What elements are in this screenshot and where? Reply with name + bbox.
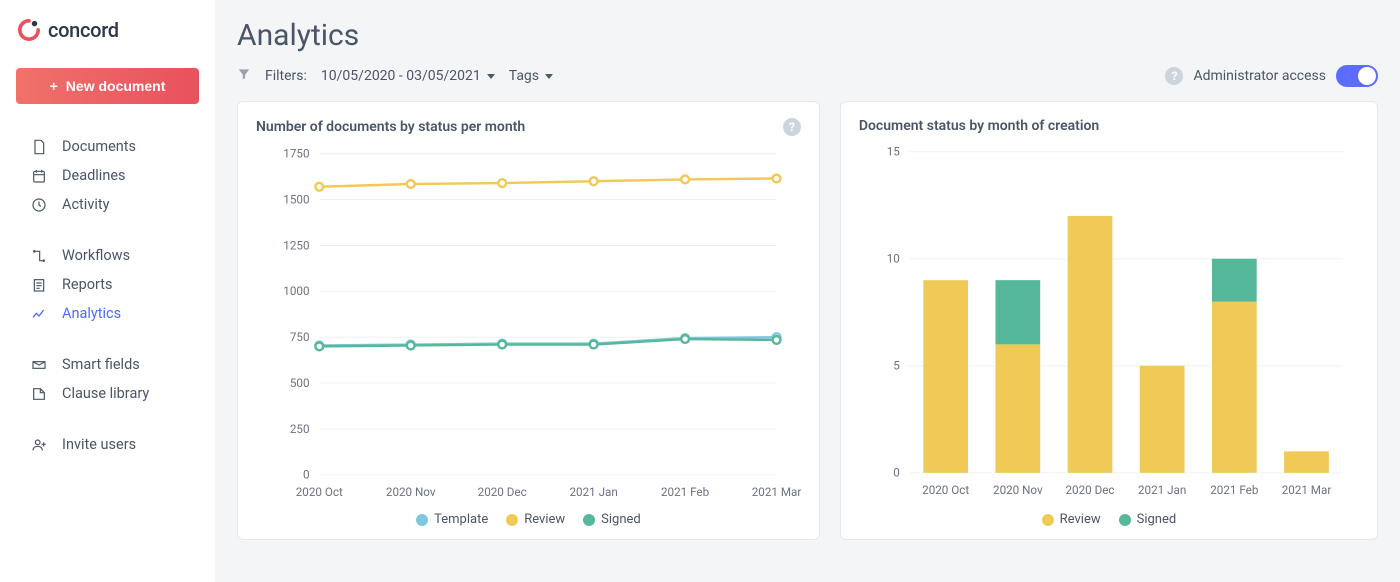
svg-text:250: 250 (290, 422, 310, 436)
sidebar-item-label: Smart fields (62, 356, 140, 373)
svg-text:2020 Oct: 2020 Oct (922, 483, 969, 497)
legend-item-template: Template (416, 512, 488, 527)
svg-text:1750: 1750 (283, 147, 309, 161)
card-documents-by-status: Number of documents by status per month … (237, 101, 820, 540)
sidebar-item-label: Invite users (62, 436, 136, 453)
help-icon[interactable]: ? (1165, 67, 1183, 85)
analytics-icon (30, 306, 48, 322)
svg-text:2021 Feb: 2021 Feb (661, 485, 710, 499)
sidebar-item-label: Reports (62, 276, 113, 293)
sidebar-item-label: Deadlines (62, 167, 126, 184)
svg-text:2021 Jan: 2021 Jan (1138, 483, 1186, 497)
sidebar-item-label: Clause library (62, 385, 149, 402)
sidebar-item-reports[interactable]: Reports (0, 270, 215, 299)
legend-swatch-signed (583, 514, 595, 526)
svg-text:2020 Oct: 2020 Oct (296, 485, 343, 499)
sidebar-item-workflows[interactable]: Workflows (0, 241, 215, 270)
smartfields-icon (30, 357, 48, 373)
sidebar-item-clause-library[interactable]: Clause library (0, 379, 215, 408)
svg-text:1250: 1250 (283, 238, 309, 252)
legend-swatch-signed (1119, 514, 1131, 526)
sidebar: concord + New document Documents Deadline… (0, 0, 215, 582)
card-title: Number of documents by status per month (256, 119, 525, 135)
sidebar-item-label: Workflows (62, 247, 130, 264)
svg-text:2020 Dec: 2020 Dec (1065, 483, 1114, 497)
document-icon (30, 139, 48, 155)
svg-text:1000: 1000 (283, 284, 309, 298)
svg-text:2020 Dec: 2020 Dec (478, 485, 527, 499)
svg-text:0: 0 (893, 466, 900, 480)
legend-label: Signed (601, 512, 641, 527)
legend-swatch-template (416, 514, 428, 526)
filter-bar: Filters: 10/05/2020 - 03/05/2021 Tags ? … (237, 65, 1378, 87)
legend-label: Template (434, 512, 488, 527)
legend-label: Review (1060, 512, 1101, 527)
filter-icon (237, 67, 251, 85)
date-range-filter[interactable]: 10/05/2020 - 03/05/2021 (321, 68, 495, 84)
tags-label: Tags (509, 68, 539, 84)
sidebar-item-label: Activity (62, 196, 109, 213)
sidebar-item-analytics[interactable]: Analytics (0, 299, 215, 328)
new-document-button[interactable]: + New document (16, 68, 199, 104)
legend-label: Review (524, 512, 565, 527)
bar-chart: 0 5 10 15 2020 Oct 2020 Nov 2020 Dec 2021 Jan 20… (859, 142, 1359, 502)
brand-name: concord (48, 18, 119, 42)
svg-text:15: 15 (887, 145, 901, 159)
invite-icon (30, 437, 48, 453)
legend-item-signed: Signed (583, 512, 641, 527)
svg-text:1500: 1500 (283, 192, 309, 206)
line-chart-legend: Template Review Signed (256, 512, 801, 527)
clock-icon (30, 197, 48, 213)
brand-mark-icon (18, 19, 40, 41)
card-status-by-creation-month: Document status by month of creation 0 5 1… (840, 101, 1378, 540)
chevron-down-icon (545, 74, 553, 79)
chevron-down-icon (487, 74, 495, 79)
toggle-knob (1358, 67, 1376, 85)
svg-text:0: 0 (303, 468, 310, 482)
svg-text:2020 Nov: 2020 Nov (386, 485, 436, 499)
svg-text:2021 Mar: 2021 Mar (752, 485, 801, 499)
sidebar-item-documents[interactable]: Documents (0, 132, 215, 161)
svg-text:2020 Nov: 2020 Nov (993, 483, 1043, 497)
tags-filter[interactable]: Tags (509, 68, 553, 84)
svg-text:5: 5 (893, 359, 900, 373)
card-title: Document status by month of creation (859, 118, 1099, 134)
main-content: Analytics Filters: 10/05/2020 - 03/05/20… (215, 0, 1400, 582)
sidebar-item-activity[interactable]: Activity (0, 190, 215, 219)
new-document-label: New document (66, 78, 166, 94)
clause-icon (30, 386, 48, 402)
legend-item-signed: Signed (1119, 512, 1177, 527)
svg-text:500: 500 (290, 376, 310, 390)
help-icon[interactable]: ? (783, 118, 801, 136)
svg-text:2021 Feb: 2021 Feb (1210, 483, 1259, 497)
svg-text:2021 Mar: 2021 Mar (1282, 483, 1332, 497)
svg-text:2021 Jan: 2021 Jan (569, 485, 617, 499)
svg-text:10: 10 (887, 252, 900, 266)
admin-access-label: Administrator access (1193, 68, 1326, 84)
bar-chart-legend: Review Signed (859, 512, 1359, 527)
date-range-value: 10/05/2020 - 03/05/2021 (321, 68, 481, 84)
sidebar-item-invite-users[interactable]: Invite users (0, 430, 215, 459)
filters-label: Filters: (265, 68, 307, 84)
sidebar-item-label: Documents (62, 138, 136, 155)
legend-swatch-review (506, 514, 518, 526)
plus-icon: + (50, 78, 58, 94)
line-chart: 0 250 500 750 1000 1250 1500 1750 2020 Oct 2020 N… (256, 144, 801, 504)
sidebar-item-deadlines[interactable]: Deadlines (0, 161, 215, 190)
report-icon (30, 277, 48, 293)
sidebar-item-smart-fields[interactable]: Smart fields (0, 350, 215, 379)
calendar-icon (30, 168, 48, 184)
workflow-icon (30, 248, 48, 264)
admin-access-toggle[interactable] (1336, 65, 1378, 87)
page-title: Analytics (237, 18, 1378, 53)
sidebar-item-label: Analytics (62, 305, 121, 322)
legend-item-review: Review (506, 512, 565, 527)
legend-swatch-review (1042, 514, 1054, 526)
brand-logo: concord (0, 18, 215, 42)
legend-label: Signed (1137, 512, 1177, 527)
legend-item-review: Review (1042, 512, 1101, 527)
svg-text:750: 750 (290, 330, 310, 344)
